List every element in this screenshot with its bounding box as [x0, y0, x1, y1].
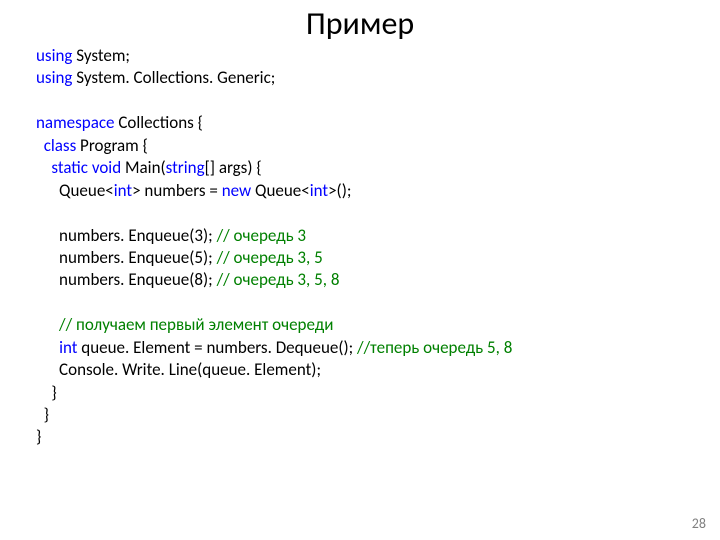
comment: // очередь 3, 5, 8	[217, 269, 340, 290]
code-text: System;	[72, 45, 130, 66]
code-text: [] args) {	[205, 157, 262, 178]
code-text: Main(	[121, 157, 166, 178]
code-text: Queue<	[36, 180, 114, 201]
kw-class: class	[44, 135, 77, 156]
code-text: Console. Write. Line(queue. Element);	[36, 359, 321, 380]
comment: // получаем первый элемент очереди	[36, 314, 333, 335]
comment: //теперь очередь 5, 8	[357, 337, 512, 358]
comment: // очередь 3	[217, 225, 306, 246]
code-text: }	[36, 382, 57, 403]
code-block: using System; using System. Collections.…	[36, 45, 684, 449]
code-text: Program {	[76, 135, 148, 156]
code-text: }	[36, 426, 41, 447]
code-text	[36, 337, 59, 358]
kw-using: using	[36, 45, 72, 66]
kw-void: void	[92, 157, 121, 178]
code-text: Queue<	[251, 180, 310, 201]
slide: Пример using System; using System. Colle…	[0, 0, 720, 540]
code-text: numbers. Enqueue(5);	[36, 247, 217, 268]
code-text: numbers. Enqueue(8);	[36, 269, 217, 290]
kw-namespace: namespace	[36, 112, 114, 133]
code-text: queue. Element = numbers. Dequeue();	[77, 337, 357, 358]
kw-int: int	[59, 337, 77, 358]
code-indent	[36, 157, 51, 178]
code-text: System. Collections. Generic;	[72, 67, 275, 88]
comment: // очередь 3, 5	[217, 247, 323, 268]
code-text: >();	[328, 180, 351, 201]
code-text: }	[36, 404, 49, 425]
kw-string: string	[166, 157, 205, 178]
code-text: Collections {	[114, 112, 203, 133]
kw-int: int	[114, 180, 132, 201]
code-text: > numbers =	[132, 180, 222, 201]
page-number: 28	[692, 515, 706, 532]
code-text: numbers. Enqueue(3);	[36, 225, 217, 246]
kw-int: int	[310, 180, 328, 201]
kw-static: static	[51, 157, 88, 178]
code-indent	[36, 135, 44, 156]
kw-using: using	[36, 67, 72, 88]
slide-title: Пример	[36, 0, 684, 45]
kw-new: new	[222, 180, 251, 201]
